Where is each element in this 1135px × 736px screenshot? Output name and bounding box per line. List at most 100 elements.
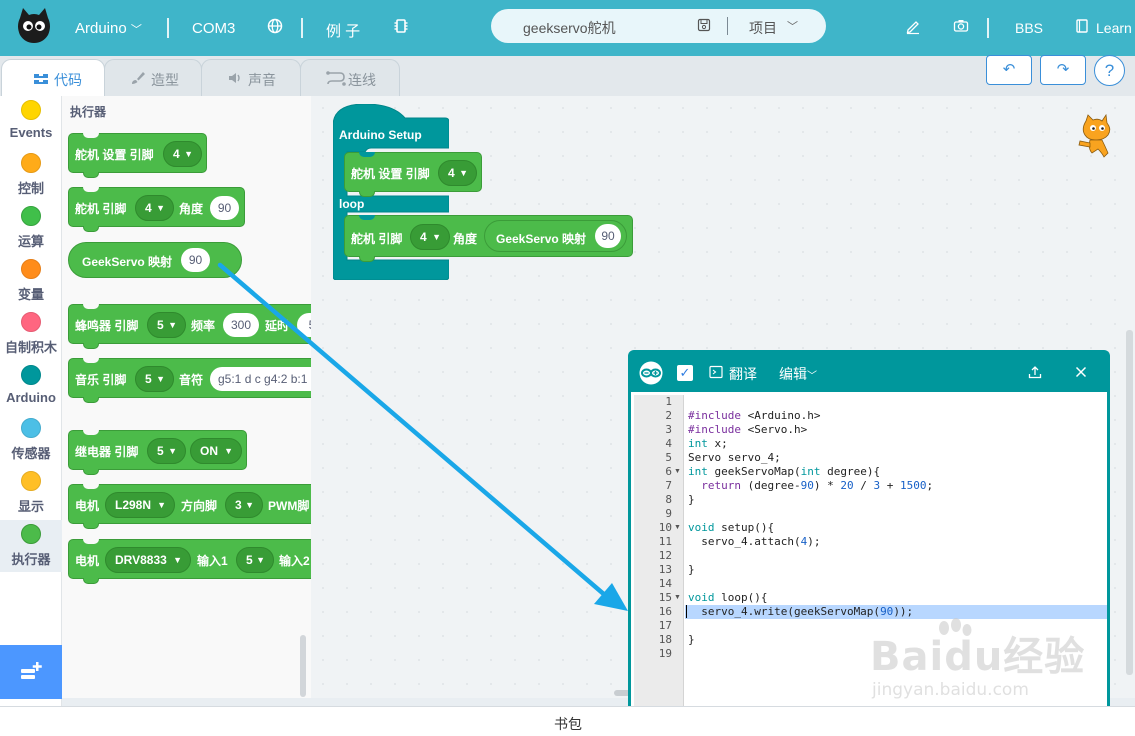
block-notch: [83, 539, 99, 544]
block-notch: [83, 484, 99, 489]
category-my-blocks[interactable]: 自制积木: [0, 308, 62, 360]
save-icon[interactable]: [697, 18, 711, 32]
category-variables[interactable]: 变量: [0, 255, 62, 307]
category-control[interactable]: 控制: [0, 149, 62, 201]
top-bar: Arduino ﹀ COM3 例 子 geekservo舵机 项目 ﹀ BBS …: [0, 0, 1135, 56]
code-blocks-icon: [34, 74, 48, 84]
geekservo-map-block[interactable]: GeekServo 映射 90: [68, 242, 242, 278]
pin-dropdown[interactable]: 5 ▼: [135, 366, 174, 392]
dropdown-value: 5: [145, 372, 152, 386]
geekservo-map-reporter[interactable]: GeekServo 映射 90: [484, 220, 627, 252]
backpack-bar[interactable]: 书包: [0, 706, 1135, 736]
motor-drv8833-block[interactable]: 电机 DRV8833 ▼ 输入1 5 ▼ 输入2: [68, 539, 311, 584]
tab-code[interactable]: 代码: [1, 59, 105, 96]
servo-angle-block[interactable]: 舵机 引脚 4 ▼ 角度 90: [68, 187, 245, 232]
category-display[interactable]: 显示: [0, 467, 62, 519]
chip-icon[interactable]: [392, 17, 410, 35]
edit-menu[interactable]: 编辑﹀: [779, 364, 817, 384]
learn-link[interactable]: Learn: [1096, 20, 1132, 36]
notes-input[interactable]: g5:1 d c g4:2 b:1: [210, 367, 311, 391]
examples-button[interactable]: 例 子: [326, 20, 360, 41]
block-text: GeekServo 映射: [82, 255, 173, 269]
category-arduino[interactable]: Arduino: [0, 361, 62, 413]
close-icon[interactable]: [1073, 364, 1089, 380]
category-dot-icon: [21, 471, 41, 491]
add-extension-button[interactable]: [0, 645, 62, 699]
tab-sounds[interactable]: 声音: [201, 59, 301, 96]
undo-button[interactable]: ↶: [986, 55, 1032, 85]
map-value-input[interactable]: 90: [595, 224, 621, 248]
editor-tabs: 代码 造型 声音 连线: [0, 56, 1135, 96]
map-value-input[interactable]: 90: [181, 248, 210, 272]
pin-dropdown[interactable]: 5 ▼: [147, 312, 186, 338]
motor-l298n-block[interactable]: 电机 L298N ▼ 方向脚 3 ▼ PWM脚: [68, 484, 311, 529]
category-sensors[interactable]: 传感器: [0, 414, 62, 466]
music-block[interactable]: 音乐 引脚 5 ▼ 音符 g5:1 d c g4:2 b:1: [68, 358, 311, 403]
buzzer-block[interactable]: 蜂鸣器 引脚 5▼ 频率 300 延时 5: [68, 304, 311, 349]
pin-dropdown[interactable]: 4 ▼: [410, 224, 450, 250]
category-actuators[interactable]: 执行器: [0, 520, 62, 572]
sync-checkbox[interactable]: ✓: [677, 365, 693, 381]
fold-arrow-icon[interactable]: ▼: [674, 521, 681, 535]
dropdown-value: 5: [157, 318, 164, 332]
setup-servo-block[interactable]: 舵机 设置 引脚 4 ▼: [344, 152, 482, 197]
angle-input[interactable]: 90: [210, 196, 239, 220]
board-selector[interactable]: Arduino ﹀: [75, 20, 142, 37]
block-text: 频率: [191, 319, 216, 333]
dropdown-value: ON: [200, 444, 218, 458]
redo-icon: ↷: [1056, 61, 1070, 78]
tab-label: 造型: [151, 72, 179, 88]
workspace-scrollbar[interactable]: [1126, 330, 1133, 675]
state-dropdown[interactable]: ON ▼: [190, 438, 242, 464]
pin-dropdown[interactable]: 3 ▼: [225, 492, 263, 518]
driver-dropdown[interactable]: DRV8833 ▼: [105, 547, 191, 573]
pin-dropdown[interactable]: 5 ▼: [236, 547, 274, 573]
chevron-down-icon: ﹀: [787, 21, 798, 33]
redo-button[interactable]: ↷: [1040, 55, 1086, 85]
block-palette: 执行器 舵机 设置 引脚 4 ▼ 舵机 引脚 4 ▼ 角度 90 GeekServo…: [62, 96, 311, 698]
watermark-url: jingyan.baidu.com: [872, 680, 1029, 700]
globe-icon[interactable]: [266, 17, 284, 35]
project-name[interactable]: geekservo舵机: [523, 18, 616, 38]
project-menu[interactable]: 项目: [749, 18, 777, 38]
upload-icon[interactable]: [1027, 364, 1043, 380]
category-events[interactable]: Events: [0, 96, 62, 148]
dropdown-arrow-icon: ▼: [432, 232, 441, 242]
frequency-input[interactable]: 300: [223, 313, 259, 337]
fold-arrow-icon[interactable]: ▼: [674, 591, 681, 605]
pin-dropdown[interactable]: 5 ▼: [147, 438, 186, 464]
fold-arrow-icon[interactable]: ▼: [674, 465, 681, 479]
dropdown-arrow-icon: ▼: [245, 500, 254, 510]
servo-setup-block[interactable]: 舵机 设置 引脚 4 ▼: [68, 133, 207, 178]
block-text: GeekServo 映射: [496, 232, 587, 246]
line-number: 19: [658, 647, 672, 660]
tab-wiring[interactable]: 连线: [300, 59, 400, 96]
block-text: 舵机 设置 引脚: [351, 167, 430, 181]
category-operators[interactable]: 运算: [0, 202, 62, 254]
pin-dropdown[interactable]: 4 ▼: [438, 160, 477, 186]
pencil-icon[interactable]: [904, 17, 922, 35]
watermark-logo-text: Baidu经验: [870, 634, 1086, 680]
delay-input[interactable]: 5: [297, 313, 311, 337]
cat-sprite-icon[interactable]: [1072, 113, 1118, 161]
camera-icon[interactable]: [952, 17, 970, 35]
palette-scrollbar[interactable]: [300, 635, 306, 697]
cat-logo-icon[interactable]: [14, 6, 54, 46]
port-selector[interactable]: COM3: [192, 20, 235, 37]
pin-dropdown[interactable]: 4 ▼: [135, 195, 174, 221]
help-button[interactable]: ?: [1094, 55, 1125, 86]
loop-servo-block[interactable]: 舵机 引脚 4 ▼ 角度 GeekServo 映射 90: [344, 215, 633, 262]
block-bump: [359, 191, 375, 197]
block-bump: [83, 397, 99, 403]
divider: [987, 18, 989, 38]
driver-dropdown[interactable]: L298N ▼: [105, 492, 175, 518]
relay-block[interactable]: 继电器 引脚 5 ▼ ON ▼: [68, 430, 247, 475]
translate-button[interactable]: 翻译: [729, 364, 757, 384]
tab-costumes[interactable]: 造型: [104, 59, 202, 96]
block-text: 音乐 引脚: [75, 373, 127, 387]
bbs-link[interactable]: BBS: [1015, 20, 1043, 36]
dropdown-arrow-icon: ▼: [256, 555, 265, 565]
block-text: 舵机 引脚: [351, 232, 403, 246]
dropdown-value: 4: [448, 166, 455, 180]
pin-dropdown[interactable]: 4 ▼: [163, 141, 202, 167]
